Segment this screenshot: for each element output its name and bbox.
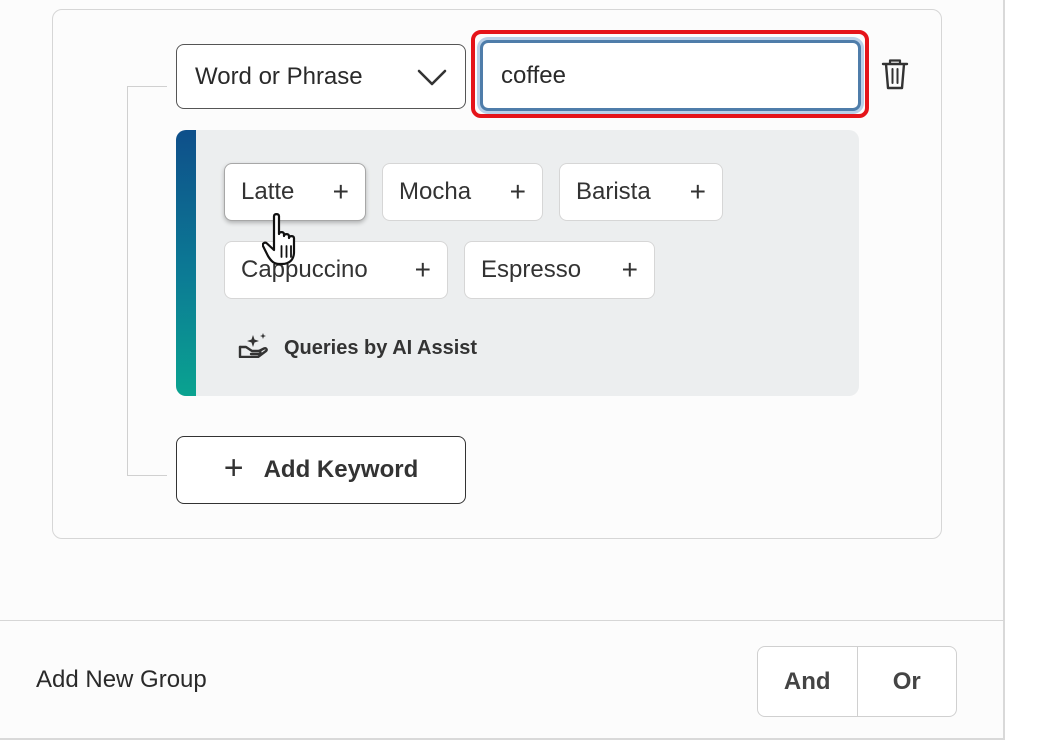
or-button[interactable]: Or [856, 647, 957, 716]
suggestion-chip-barista[interactable]: Barista + [559, 163, 723, 221]
and-button[interactable]: And [758, 647, 857, 716]
plus-icon: + [332, 176, 349, 207]
suggestion-chip-espresso[interactable]: Espresso + [464, 241, 655, 299]
add-keyword-button[interactable]: + Add Keyword [176, 436, 466, 504]
suggestion-chip-label: Barista [576, 178, 651, 205]
group-connector-line [127, 86, 167, 476]
add-keyword-label: Add Keyword [263, 456, 419, 483]
section-divider [0, 620, 1004, 621]
suggestion-chip-label: Cappuccino [241, 256, 368, 283]
query-builder-panel: Word or Phrase Latte + Mocha + Barista +… [0, 0, 1005, 740]
add-new-group-label: Add New Group [36, 666, 207, 693]
suggestion-chip-mocha[interactable]: Mocha + [382, 163, 543, 221]
plus-icon: + [414, 254, 431, 285]
match-type-label: Word or Phrase [195, 62, 363, 90]
and-or-toggle: And Or [757, 646, 957, 717]
plus-icon: + [621, 254, 638, 285]
plus-icon: + [223, 449, 244, 487]
suggestion-chip-label: Espresso [481, 256, 582, 283]
ai-panel-accent-bar [176, 130, 196, 396]
plus-icon: + [509, 176, 526, 207]
ai-assist-icon [238, 332, 270, 364]
suggestion-chip-label: Mocha [399, 178, 472, 205]
ai-assist-label: Queries by AI Assist [238, 332, 477, 364]
suggestion-chip-label: Latte [241, 178, 295, 205]
match-type-dropdown[interactable]: Word or Phrase [176, 44, 466, 109]
suggestion-chip-latte[interactable]: Latte + [224, 163, 366, 221]
ai-assist-text: Queries by AI Assist [284, 336, 478, 359]
suggestion-chip-cappuccino[interactable]: Cappuccino + [224, 241, 448, 299]
chevron-down-icon [417, 67, 447, 87]
plus-icon: + [689, 176, 706, 207]
keyword-input[interactable] [480, 40, 861, 111]
trash-icon[interactable] [880, 57, 910, 91]
